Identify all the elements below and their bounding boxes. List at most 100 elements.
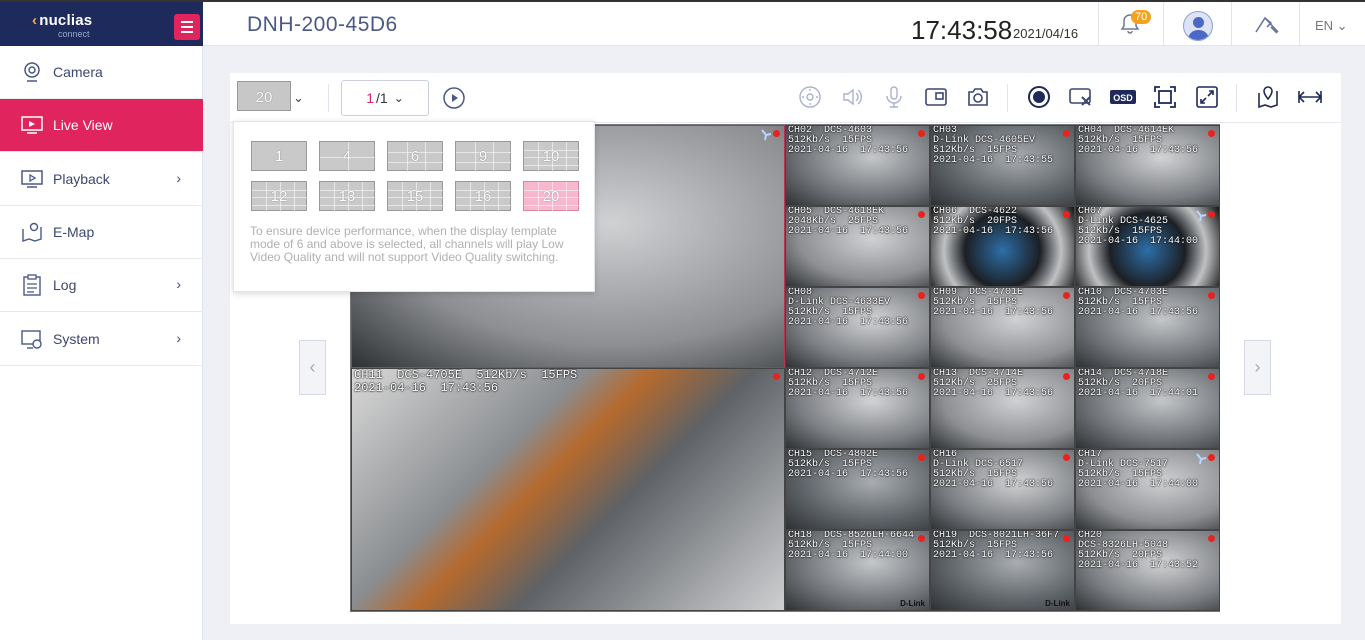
chevron-down-icon[interactable]: ⌄ bbox=[293, 90, 304, 106]
nuclias-logo[interactable]: ‹ nuclias bbox=[32, 12, 92, 29]
sidebar-item-label: E-Map bbox=[53, 224, 95, 240]
recording-indicator-icon bbox=[1063, 130, 1070, 137]
layout-option-15[interactable]: 15 bbox=[387, 181, 444, 212]
previous-page-button[interactable]: ‹ bbox=[299, 340, 326, 395]
sidebar-item-label: System bbox=[53, 331, 100, 347]
sidebar-item-playback[interactable]: Playback › bbox=[0, 153, 203, 206]
recording-indicator-icon bbox=[1063, 373, 1070, 380]
current-time: 17:43:58 bbox=[911, 15, 1013, 45]
sidebar-item-emap[interactable]: E-Map bbox=[0, 206, 203, 259]
channel-overlay-text: CH09 DCS-4701E 512Kb/s 15FPS 2021-04-16 … bbox=[933, 287, 1054, 318]
sidebar-item-label: Camera bbox=[53, 64, 103, 80]
layout-option-label: 6 bbox=[410, 148, 420, 165]
microphone-icon[interactable] bbox=[881, 84, 907, 110]
fan-icon bbox=[1195, 209, 1207, 222]
layout-option-label: 10 bbox=[542, 148, 560, 165]
live-view-toolbar: 20 ⌄ 1/1 ⌄ OSD bbox=[230, 73, 1341, 123]
camera-tile[interactable]: CH08 D-Link DCS-4633EV 512Kb/s 15FPS 202… bbox=[785, 287, 930, 368]
recording-indicator-icon bbox=[773, 373, 780, 380]
camera-tile[interactable]: CH14 DCS-4718E 512Kb/s 20FPS 2021-04-16 … bbox=[1075, 368, 1220, 449]
user-avatar[interactable] bbox=[1183, 11, 1213, 41]
log-icon bbox=[21, 274, 43, 296]
camera-tile[interactable]: CH16 D-Link DCS-6517 512Kb/s 15FPS 2021-… bbox=[930, 449, 1075, 530]
channel-overlay-text: CH13 DCS-4714E 512Kb/s 25FPS 2021-04-16 … bbox=[933, 368, 1054, 399]
camera-tile[interactable]: CH11 DCS-4705E 512Kb/s 15FPS 2021-04-16 … bbox=[351, 368, 785, 611]
layout-option-12[interactable]: 12 bbox=[251, 181, 308, 212]
sidebar-item-label: Live View bbox=[53, 117, 113, 133]
channel-overlay-text: CH12 DCS-4712E 512Kb/s 15FPS 2021-04-16 … bbox=[788, 368, 909, 399]
layout-option-20[interactable]: 20 bbox=[523, 181, 580, 212]
camera-tile[interactable]: CH19 DCS-8021LH-36F7 512Kb/s 15FPS 2021-… bbox=[930, 530, 1075, 611]
camera-tile[interactable]: CH04 DCS-4614EK 512Kb/s 15FPS 2021-04-16… bbox=[1075, 125, 1220, 206]
device-name: DNH-200-45D6 bbox=[247, 13, 398, 36]
chevron-right-icon: › bbox=[176, 276, 181, 292]
layout-option-1[interactable]: 1 bbox=[251, 141, 307, 171]
camera-tile[interactable]: CH09 DCS-4701E 512Kb/s 15FPS 2021-04-16 … bbox=[930, 287, 1075, 368]
camera-tile[interactable]: CH10 DCS-4703E 512Kb/s 15FPS 2021-04-16 … bbox=[1075, 287, 1220, 368]
play-sequence-icon[interactable] bbox=[442, 86, 466, 115]
sidebar-item-system[interactable]: System › bbox=[0, 313, 203, 366]
emap-icon bbox=[21, 221, 43, 243]
expand-icon[interactable] bbox=[1297, 84, 1323, 110]
camera-tile[interactable]: CH15 DCS-4802E 512Kb/s 15FPS 2021-04-16 … bbox=[785, 449, 930, 530]
dlink-watermark: D-Link bbox=[900, 599, 925, 608]
map-pin-icon[interactable] bbox=[1255, 84, 1281, 110]
sidebar-item-log[interactable]: Log › bbox=[0, 259, 203, 312]
layout-option-label: 1 bbox=[274, 148, 284, 165]
camera-tile[interactable]: CH12 DCS-4712E 512Kb/s 15FPS 2021-04-16 … bbox=[785, 368, 930, 449]
playback-icon bbox=[21, 168, 43, 190]
svg-text:OSD: OSD bbox=[1113, 93, 1133, 103]
recording-indicator-icon bbox=[918, 373, 925, 380]
recording-indicator-icon bbox=[1063, 535, 1070, 542]
page-selector[interactable]: 1/1 ⌄ bbox=[341, 80, 429, 116]
chevron-right-icon: › bbox=[176, 170, 181, 186]
camera-tile[interactable]: CH17 D-Link DCS-7517 512Kb/s 15FPS 2021-… bbox=[1075, 449, 1220, 530]
fan-icon bbox=[1195, 452, 1207, 465]
layout-selector-button[interactable]: 20 bbox=[237, 81, 291, 111]
record-icon[interactable] bbox=[1026, 84, 1052, 110]
ptz-icon[interactable] bbox=[797, 84, 823, 110]
layout-option-9[interactable]: 9 bbox=[455, 141, 512, 172]
channel-overlay-text: CH14 DCS-4718E 512Kb/s 20FPS 2021-04-16 … bbox=[1078, 368, 1199, 399]
camera-tile[interactable]: CH18 DCS-8526LH-6644 512Kb/s 15FPS 2021-… bbox=[785, 530, 930, 611]
camera-tile[interactable]: CH05 DCS-4618EK 2048Kb/s 25FPS 2021-04-1… bbox=[785, 206, 930, 287]
recording-indicator-icon bbox=[1063, 292, 1070, 299]
channel-overlay-text: CH08 D-Link DCS-4633EV 512Kb/s 15FPS 202… bbox=[788, 287, 909, 328]
next-page-button[interactable]: › bbox=[1244, 340, 1271, 395]
top-header: DNH-200-45D6 17:43:58 2021/04/16 70 EN ⌄ bbox=[203, 0, 1365, 46]
camera-tile[interactable]: CH02 DCS-4603 512Kb/s 15FPS 2021-04-16 1… bbox=[785, 125, 930, 206]
camera-tile[interactable]: CH13 DCS-4714E 512Kb/s 25FPS 2021-04-16 … bbox=[930, 368, 1075, 449]
notification-count-badge: 70 bbox=[1131, 10, 1152, 24]
layout-option-6[interactable]: 6 bbox=[387, 141, 444, 172]
layout-option-10[interactable]: 10 bbox=[523, 141, 580, 172]
recording-indicator-icon bbox=[918, 211, 925, 218]
snapshot-window-icon[interactable] bbox=[923, 84, 949, 110]
speaker-icon[interactable] bbox=[839, 84, 865, 110]
fit-screen-icon[interactable] bbox=[1152, 84, 1178, 110]
fullscreen-icon[interactable] bbox=[1194, 84, 1220, 110]
osd-icon[interactable]: OSD bbox=[1110, 84, 1136, 110]
camera-tile[interactable]: CH03 D-Link DCS-4605EV 512Kb/s 15FPS 202… bbox=[930, 125, 1075, 206]
layout-option-label: 16 bbox=[474, 188, 492, 205]
channel-overlay-text: CH02 DCS-4603 512Kb/s 15FPS 2021-04-16 1… bbox=[788, 125, 909, 156]
camera-tile[interactable]: CH20 DCS-8326LH-5048 512Kb/s 20FPS 2021-… bbox=[1075, 530, 1220, 611]
layout-option-13[interactable]: 13 bbox=[319, 181, 376, 212]
layout-option-label: 15 bbox=[406, 188, 424, 205]
layout-option-4[interactable]: 4 bbox=[319, 141, 376, 172]
layout-option-16[interactable]: 16 bbox=[455, 181, 512, 212]
video-off-icon[interactable] bbox=[1068, 84, 1094, 110]
menu-toggle-button[interactable] bbox=[174, 14, 200, 40]
channel-overlay-text: CH07 D-Link DCS-4625 512Kb/s 15FPS 2021-… bbox=[1078, 206, 1199, 247]
camera-tile[interactable]: CH06 DCS-4622 512Kb/s 20FPS 2021-04-16 1… bbox=[930, 206, 1075, 287]
tools-icon[interactable] bbox=[1253, 14, 1281, 41]
camera-snapshot-icon[interactable] bbox=[965, 84, 991, 110]
sidebar-item-camera[interactable]: Camera bbox=[0, 46, 203, 99]
channel-overlay-text: CH17 D-Link DCS-7517 512Kb/s 15FPS 2021-… bbox=[1078, 449, 1199, 490]
dlink-watermark: D-Link bbox=[1045, 599, 1070, 608]
sidebar-item-live-view[interactable]: Live View bbox=[0, 99, 203, 152]
camera-tile[interactable]: CH07 D-Link DCS-4625 512Kb/s 15FPS 2021-… bbox=[1075, 206, 1220, 287]
system-icon bbox=[21, 328, 43, 350]
recording-indicator-icon bbox=[1208, 373, 1215, 380]
recording-indicator-icon bbox=[1063, 454, 1070, 461]
language-selector[interactable]: EN ⌄ bbox=[1315, 18, 1348, 34]
